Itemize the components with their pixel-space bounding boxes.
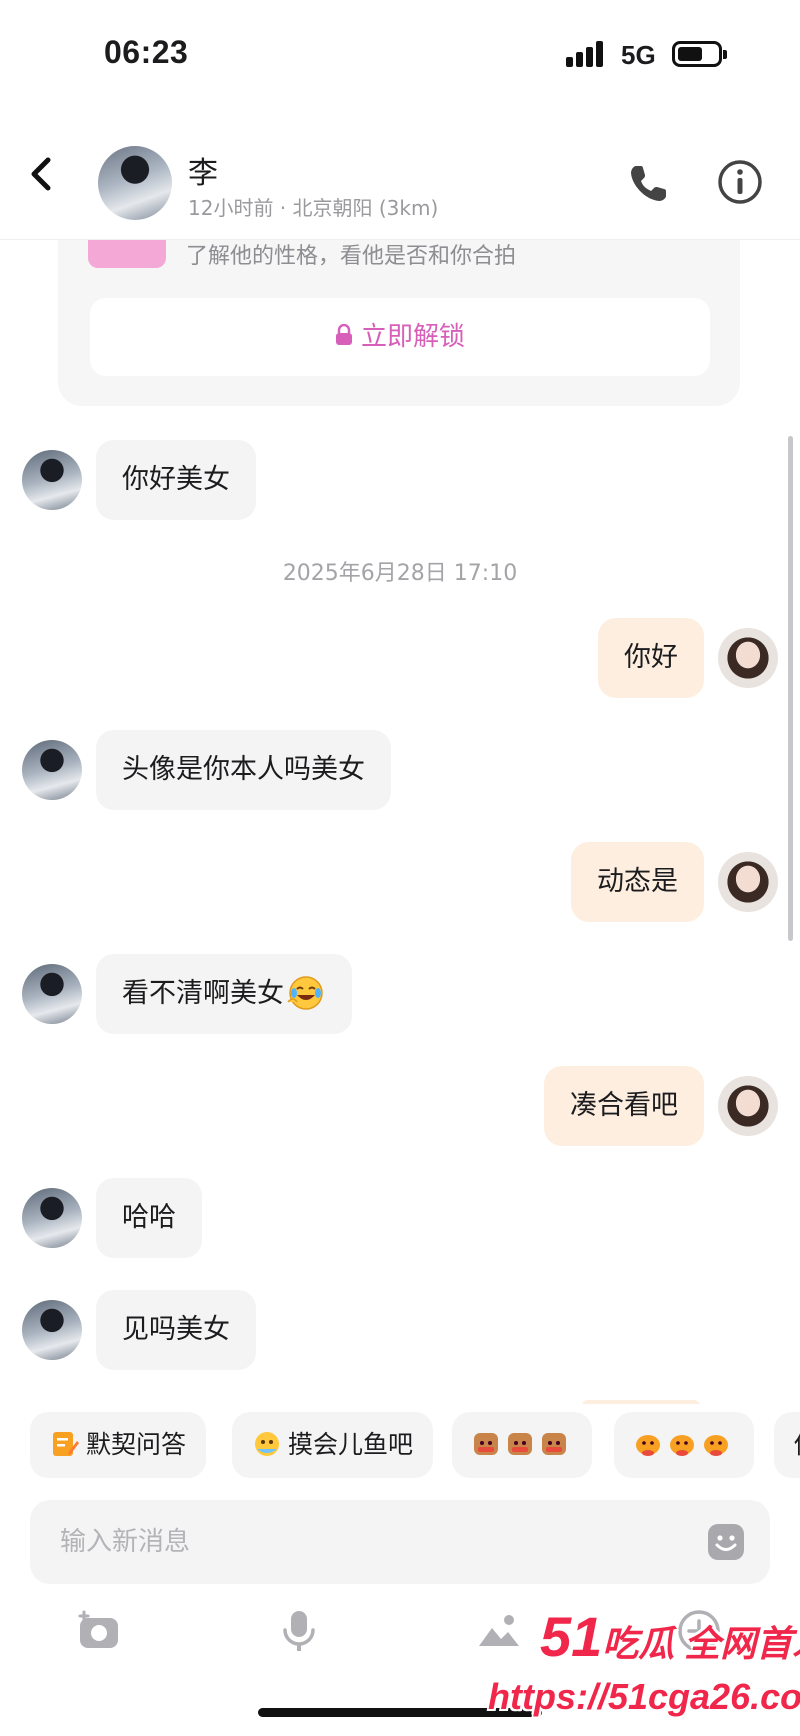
my-avatar[interactable]: [718, 1076, 778, 1136]
contact-name: 李: [188, 156, 218, 191]
back-arrow-icon[interactable]: [22, 150, 62, 198]
quick-reply-chip-quiz[interactable]: 默契问答: [30, 1412, 207, 1478]
quick-reply-chip-partial[interactable]: 你: [774, 1412, 800, 1478]
message-bubble[interactable]: 凑合看吧: [544, 1066, 704, 1146]
sender-avatar[interactable]: [22, 740, 82, 800]
message-bubble[interactable]: 哈哈: [96, 1178, 202, 1258]
plus-circle-icon[interactable]: [676, 1608, 722, 1654]
message-input[interactable]: [30, 1500, 690, 1584]
message-bubble[interactable]: 看不清啊美女: [96, 954, 352, 1034]
my-avatar[interactable]: [718, 628, 778, 688]
fish-emoji-icon: [255, 1432, 279, 1456]
home-indicator[interactable]: [258, 1708, 542, 1717]
chip-label: 你: [794, 1430, 800, 1459]
chat-header: 李 12小时前 · 北京朝阳 (3km): [0, 110, 800, 240]
message-row-incoming: 见吗美女: [0, 1290, 800, 1374]
message-bubble[interactable]: 见吗美女: [96, 1290, 256, 1370]
chip-label: 默契问答: [86, 1430, 187, 1459]
contact-last-seen-location: 12小时前 · 北京朝阳 (3km): [188, 196, 439, 220]
sender-avatar[interactable]: [22, 1188, 82, 1248]
message-row-outgoing: 你好: [0, 618, 800, 702]
message-row-incoming: 哈哈: [0, 1178, 800, 1262]
quiz-icon: [53, 1432, 79, 1456]
message-input-container: [30, 1500, 770, 1584]
message-row-outgoing: 凑合看吧: [0, 1066, 800, 1150]
quick-reply-chip-stickers-cat[interactable]: [452, 1412, 592, 1478]
my-avatar[interactable]: [718, 852, 778, 912]
message-bubble[interactable]: 你好美女: [96, 440, 256, 520]
camera-icon[interactable]: [76, 1608, 122, 1654]
message-row-incoming: 你好美女: [0, 440, 800, 524]
status-time: 06:23: [104, 34, 189, 70]
contact-avatar[interactable]: [98, 146, 172, 220]
battery-icon: [672, 41, 727, 67]
message-bubble[interactable]: 你好: [598, 618, 704, 698]
message-timestamp: 2025年6月28日 17:10: [282, 561, 518, 586]
signal-strength-icon: [566, 41, 610, 67]
sender-avatar[interactable]: [22, 1300, 82, 1360]
sticker-cat-set-icon: [474, 1433, 566, 1455]
chat-toolbar: [0, 1600, 800, 1670]
microphone-icon[interactable]: [276, 1608, 322, 1654]
chip-label: 摸会儿鱼吧: [288, 1430, 414, 1459]
unlock-description: 了解他的性格，看他是否和你合拍: [186, 244, 517, 269]
message-row-incoming: 看不清啊美女: [0, 954, 800, 1038]
message-row-incoming: 头像是你本人吗美女: [0, 730, 800, 814]
quick-reply-chip-fish[interactable]: 摸会儿鱼吧: [232, 1412, 434, 1478]
message-bubble[interactable]: 动态是: [571, 842, 704, 922]
unlock-button-label: 立即解锁: [360, 322, 465, 352]
emoji-picker-icon[interactable]: [706, 1522, 746, 1562]
message-row-outgoing: 动态是: [0, 842, 800, 926]
sender-avatar[interactable]: [22, 964, 82, 1024]
lock-icon: [335, 323, 352, 345]
quick-reply-chip-stickers-hug[interactable]: [614, 1412, 754, 1478]
message-text: 看不清啊美女: [122, 978, 284, 1009]
phone-call-icon[interactable]: [626, 162, 670, 206]
sender-avatar[interactable]: [22, 450, 82, 510]
unlock-now-button[interactable]: 立即解锁: [90, 298, 710, 376]
laughing-tears-emoji-icon: [287, 975, 323, 1010]
message-bubble[interactable]: 头像是你本人吗美女: [96, 730, 391, 810]
network-type: 5G: [621, 40, 656, 70]
sticker-hug-set-icon: [636, 1435, 728, 1456]
info-icon[interactable]: [716, 158, 764, 206]
image-icon[interactable]: [476, 1608, 522, 1654]
quick-reply-bar: 默契问答 摸会儿鱼吧 你: [0, 1404, 800, 1488]
status-bar: 06:23 5G: [0, 0, 800, 110]
